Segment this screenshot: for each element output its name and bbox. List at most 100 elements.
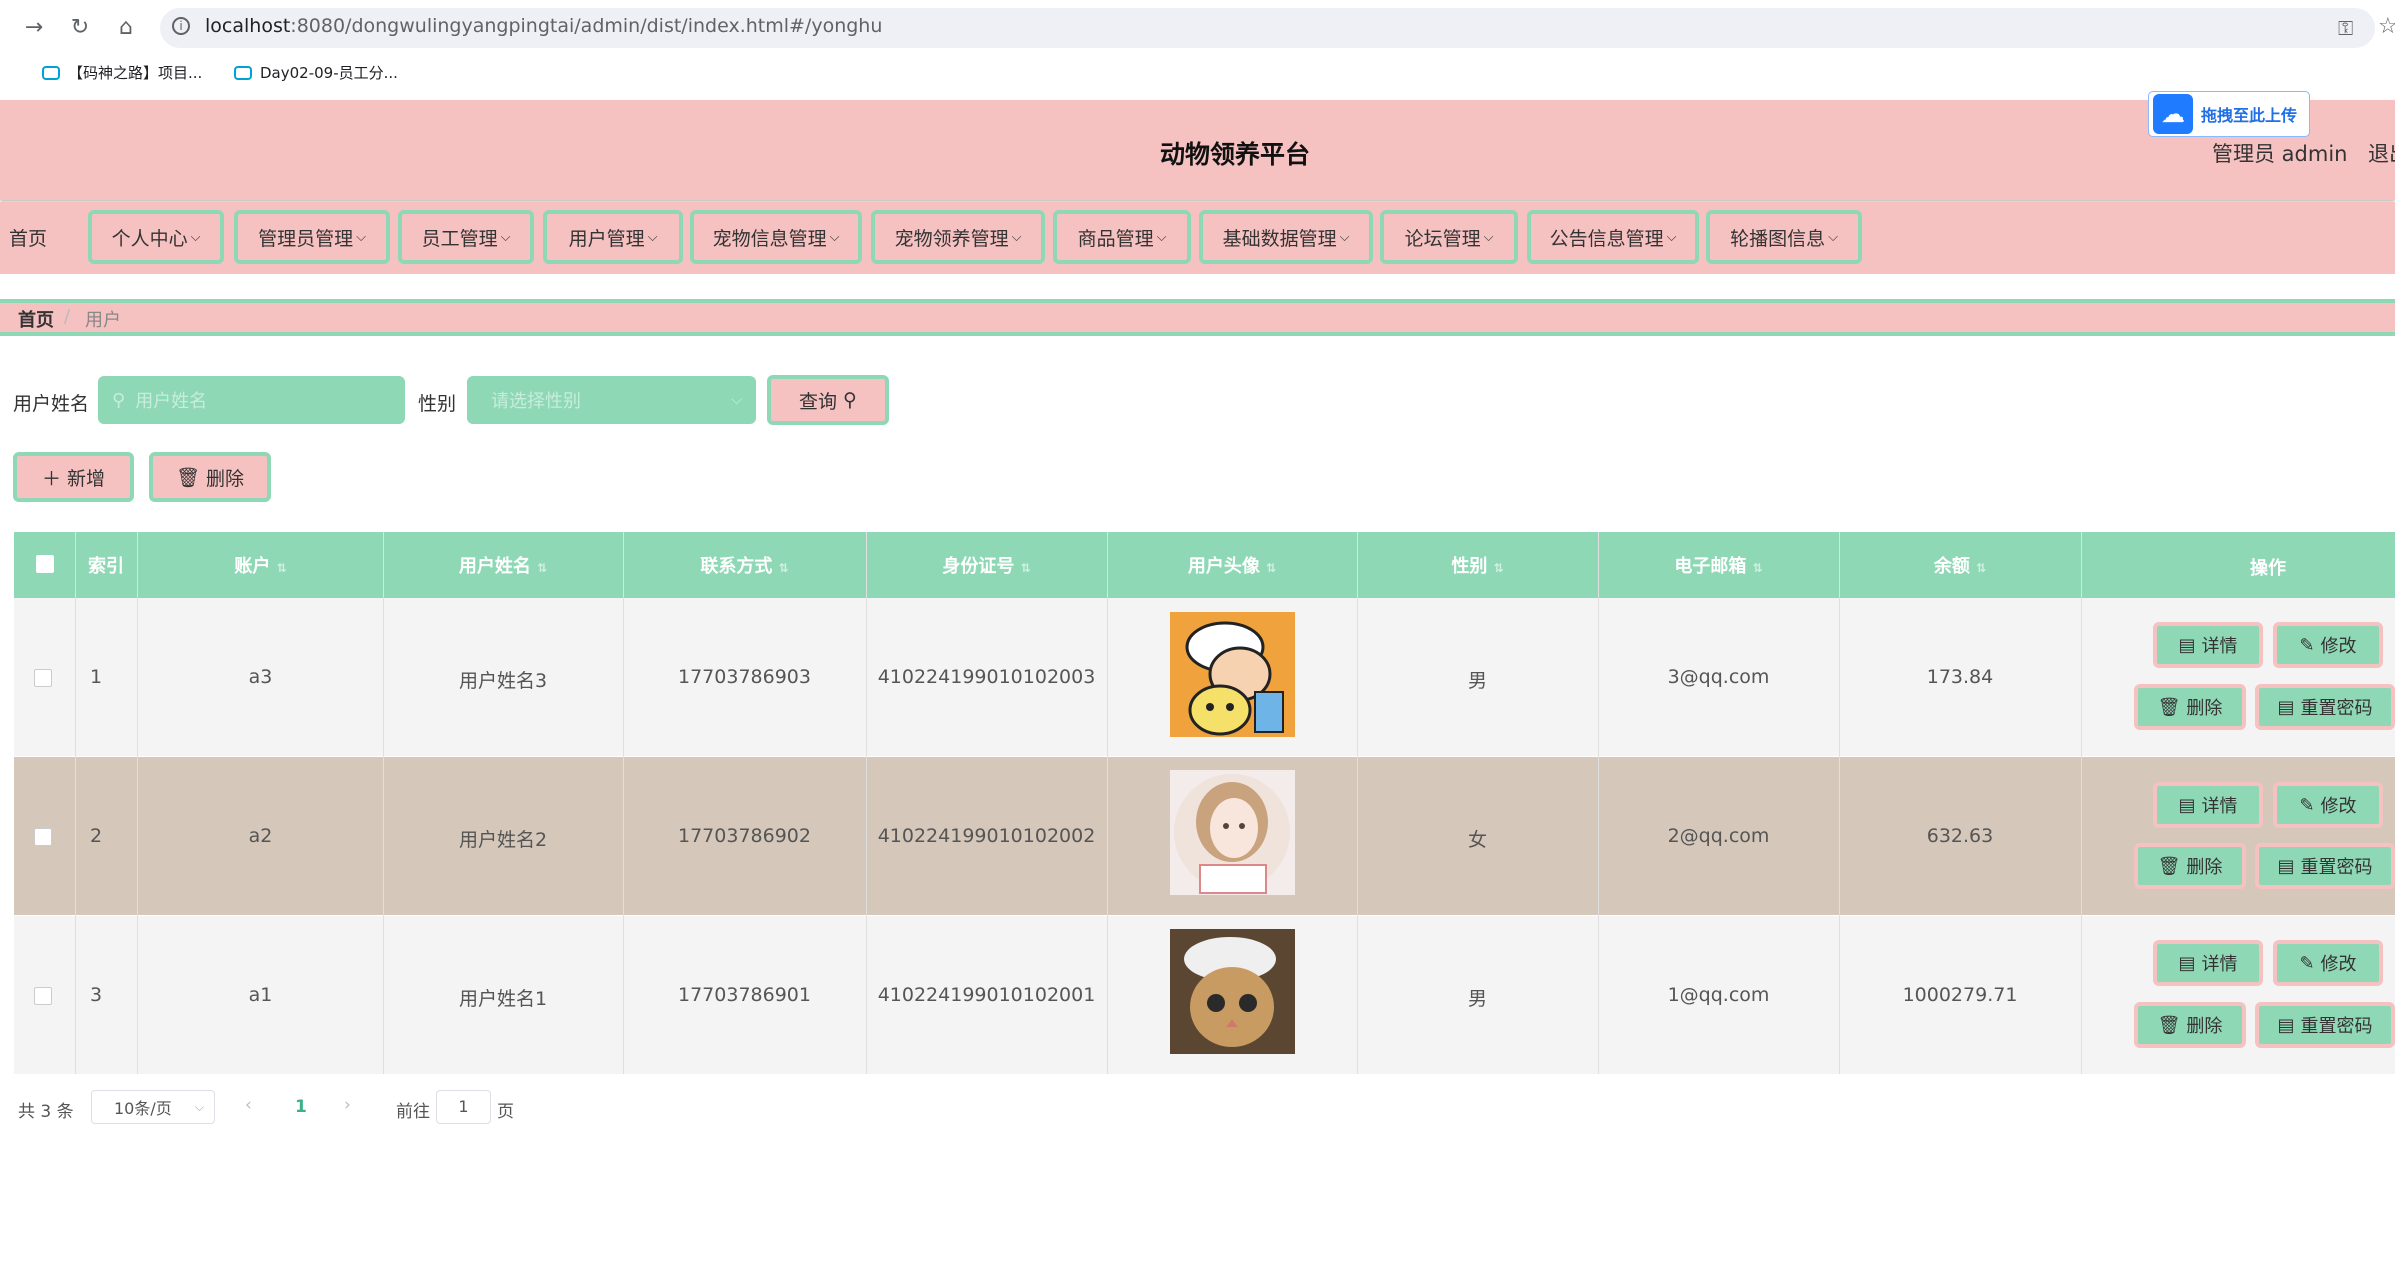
sort-icon: ⇅ — [1020, 561, 1031, 575]
sort-icon: ⇅ — [1493, 561, 1504, 575]
sort-icon: ⇅ — [1752, 561, 1763, 575]
forward-icon[interactable]: → — [18, 12, 50, 44]
cell-account: a1 — [248, 984, 273, 1006]
page-size-value: 10条/页 — [114, 1099, 172, 1118]
column-label: 用户头像 — [1187, 556, 1260, 577]
menu-user-management[interactable]: 用户管理 ⌵ — [543, 210, 683, 264]
menu-carousel-info[interactable]: 轮播图信息 ⌵ — [1706, 210, 1862, 264]
page-number-current[interactable]: 1 — [295, 1097, 307, 1117]
delete-button[interactable]: 🗑 删除 — [2134, 1002, 2246, 1048]
home-icon[interactable]: ⌂ — [110, 12, 142, 44]
name-placeholder: 用户姓名 — [135, 391, 208, 412]
chevron-down-icon: ⌵ — [1156, 229, 1167, 245]
url-text[interactable]: localhost:8080/dongwulingyangpingtai/adm… — [205, 15, 882, 37]
row-checkbox[interactable] — [34, 987, 52, 1005]
info-icon[interactable]: i — [172, 17, 190, 35]
plus-icon: ＋ — [41, 467, 61, 490]
column-header-avatar[interactable]: 用户头像 ⇅ — [1107, 552, 1357, 578]
cell-balance: 632.63 — [1926, 825, 1994, 847]
next-page-icon[interactable]: › — [344, 1095, 351, 1115]
breadcrumb-home[interactable]: 首页 — [18, 306, 54, 332]
delete-button[interactable]: 🗑 删除 — [2134, 684, 2246, 730]
edit-button[interactable]: ✎ 修改 — [2273, 940, 2383, 986]
row-checkbox[interactable] — [34, 669, 52, 687]
select-all-checkbox[interactable] — [36, 555, 54, 573]
detail-button[interactable]: ▤ 详情 — [2153, 782, 2263, 828]
menu-label: 用户管理 — [568, 227, 645, 250]
delete-button[interactable]: 🗑 删除 — [2134, 843, 2246, 889]
cell-index: 2 — [90, 825, 103, 847]
column-label: 性别 — [1451, 556, 1488, 577]
batch-delete-button[interactable]: 🗑 删除 — [149, 452, 271, 502]
menu-label: 轮播图信息 — [1730, 227, 1826, 250]
menu-product-management[interactable]: 商品管理 ⌵ — [1053, 210, 1191, 264]
add-button[interactable]: ＋ 新增 — [13, 452, 134, 502]
goto-page-input[interactable]: 1 — [436, 1090, 491, 1124]
menu-notice-management[interactable]: 公告信息管理 ⌵ — [1527, 210, 1699, 264]
edit-button[interactable]: ✎ 修改 — [2273, 782, 2383, 828]
name-search-input[interactable]: ⚲ 用户姓名 — [98, 376, 405, 424]
column-header-account[interactable]: 账户 ⇅ — [138, 552, 383, 578]
reload-icon[interactable]: ↻ — [64, 12, 96, 44]
menu-forum-management[interactable]: 论坛管理 ⌵ — [1380, 210, 1518, 264]
pencil-icon: ✎ — [2299, 634, 2315, 656]
bookmark-1[interactable]: 【码神之路】项目... — [42, 62, 202, 83]
cell-email: 3@qq.com — [1667, 666, 1770, 688]
star-icon[interactable]: ☆ — [2378, 14, 2395, 39]
cell-balance: 1000279.71 — [1902, 984, 2018, 1006]
column-header-name[interactable]: 用户姓名 ⇅ — [383, 552, 623, 578]
chevron-down-icon: ⌵ — [1011, 229, 1022, 245]
logout-link[interactable]: 退出 — [2368, 138, 2395, 168]
detail-label: 详情 — [2201, 954, 2238, 975]
delete-label: 删除 — [206, 467, 245, 490]
reset-password-button[interactable]: ▤ 重置密码 — [2255, 843, 2395, 889]
menu-label: 首页 — [8, 227, 47, 250]
document-icon: ▤ — [2277, 696, 2295, 718]
avatar-cartoon-boy — [1170, 612, 1295, 737]
column-label: 电子邮箱 — [1674, 556, 1747, 577]
menu-personal-center[interactable]: 个人中心 ⌵ — [88, 210, 224, 264]
delete-label: 删除 — [2186, 1016, 2223, 1037]
reset-password-button[interactable]: ▤ 重置密码 — [2255, 684, 2395, 730]
menu-pet-info-management[interactable]: 宠物信息管理 ⌵ — [690, 210, 862, 264]
cell-name: 用户姓名1 — [458, 988, 548, 1010]
column-header-idcard[interactable]: 身份证号 ⇅ — [866, 552, 1107, 578]
cell-account: a2 — [248, 825, 273, 847]
menu-admin-management[interactable]: 管理员管理 ⌵ — [234, 210, 390, 264]
query-button[interactable]: 查询 ⚲ — [767, 375, 889, 425]
goto-prefix: 前往 — [396, 1102, 430, 1122]
reset-password-button[interactable]: ▤ 重置密码 — [2255, 1002, 2395, 1048]
admin-label: 管理员 admin — [2212, 142, 2348, 166]
upload-widget[interactable]: ☁ 拖拽至此上传 — [2148, 91, 2310, 137]
page-size-select[interactable]: 10条/页 ⌵ — [91, 1090, 215, 1124]
column-label: 账户 — [234, 556, 271, 577]
document-icon: ▤ — [2178, 634, 2196, 656]
detail-button[interactable]: ▤ 详情 — [2153, 940, 2263, 986]
menu-pet-adoption-management[interactable]: 宠物领养管理 ⌵ — [871, 210, 1045, 264]
chevron-down-icon: ⌵ — [190, 229, 201, 245]
menu-employee-management[interactable]: 员工管理 ⌵ — [398, 210, 534, 264]
edit-button[interactable]: ✎ 修改 — [2273, 622, 2383, 668]
column-header-index: 索引 — [88, 556, 124, 577]
column-label: 用户姓名 — [458, 556, 531, 577]
menu-base-data-management[interactable]: 基础数据管理 ⌵ — [1199, 210, 1373, 264]
chevron-down-icon: ⌵ — [1828, 229, 1838, 245]
detail-button[interactable]: ▤ 详情 — [2153, 622, 2263, 668]
column-header-email[interactable]: 电子邮箱 ⇅ — [1598, 552, 1839, 578]
column-divider — [75, 532, 76, 1074]
gender-select[interactable]: 请选择性别 ⌵ — [467, 376, 756, 424]
column-label: 身份证号 — [942, 556, 1015, 577]
key-icon[interactable]: ⚿ — [2338, 16, 2353, 40]
document-icon: ▤ — [2178, 952, 2196, 974]
pagination-total: 共 3 条 — [18, 1102, 74, 1122]
chevron-down-icon: ⌵ — [1666, 229, 1677, 245]
bookmark-2[interactable]: Day02-09-员工分... — [234, 62, 398, 83]
trash-icon: 🗑 — [2157, 696, 2181, 718]
column-header-phone[interactable]: 联系方式 ⇅ — [623, 552, 866, 578]
column-header-balance[interactable]: 余额 ⇅ — [1839, 552, 2081, 578]
menu-home[interactable]: 首页 — [0, 210, 56, 264]
column-label: 余额 — [1933, 556, 1970, 577]
row-checkbox[interactable] — [34, 828, 52, 846]
column-header-gender[interactable]: 性别 ⇅ — [1357, 552, 1598, 578]
prev-page-icon[interactable]: ‹ — [245, 1095, 252, 1115]
